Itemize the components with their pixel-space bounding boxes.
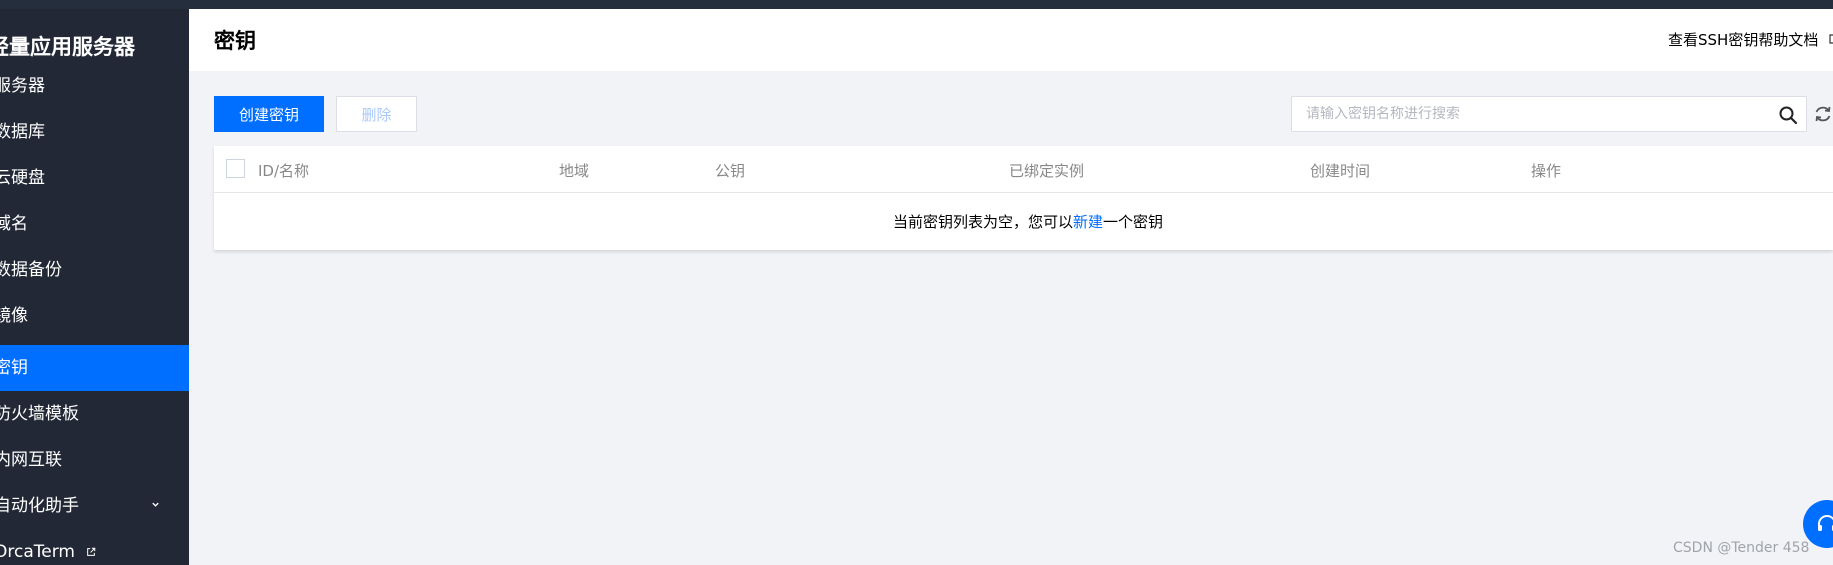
select-all-checkbox[interactable] — [226, 159, 245, 178]
sidebar-item-images[interactable]: 镜像 — [0, 293, 189, 339]
sidebar-item-label: OrcaTerm — [0, 542, 75, 562]
top-bar — [0, 0, 1833, 9]
sidebar-brand: 轻量应用服务器 — [0, 35, 135, 59]
column-header-region: 地域 — [559, 162, 590, 180]
help-link-label: 查看SSH密钥帮助文档 — [1668, 31, 1819, 49]
sidebar-item-intranet[interactable]: 内网互联 — [0, 437, 189, 483]
new-key-link[interactable]: 新建 — [1073, 213, 1103, 231]
search-box — [1291, 96, 1807, 132]
delete-button[interactable]: 删除 — [336, 96, 417, 132]
search-icon[interactable] — [1778, 105, 1798, 125]
page-header: 密钥 查看SSH密钥帮助文档 — [189, 9, 1833, 71]
external-link-icon — [87, 547, 96, 556]
key-table: ID/名称 地域 公钥 已绑定实例 创建时间 操作 当前密钥列表为空，您可以新建… — [214, 146, 1833, 250]
page-title: 密钥 — [214, 29, 256, 53]
create-key-button[interactable]: 创建密钥 — [214, 96, 324, 132]
refresh-icon[interactable] — [1813, 104, 1833, 124]
search-input[interactable] — [1293, 98, 1776, 130]
external-link-icon — [1829, 34, 1833, 44]
watermark: CSDN @Tender 458 — [1673, 540, 1810, 556]
empty-state-row: 当前密钥列表为空，您可以新建一个密钥 — [214, 192, 1833, 250]
sidebar-item-label: 数据备份 — [0, 260, 62, 280]
sidebar: 轻量应用服务器 服务器 数据库 云硬盘 域名 数据备份 镜像 密钥 防火墙模板 … — [0, 9, 189, 565]
sidebar-item-orcaterm[interactable]: OrcaTerm — [0, 529, 189, 565]
sidebar-item-servers[interactable]: 服务器 — [0, 63, 189, 109]
sidebar-item-firewall-templates[interactable]: 防火墙模板 — [0, 391, 189, 437]
sidebar-item-label: 镜像 — [0, 306, 28, 326]
sidebar-item-domains[interactable]: 域名 — [0, 201, 189, 247]
column-header-bound-instances: 已绑定实例 — [1009, 162, 1085, 180]
sidebar-item-label: 防火墙模板 — [0, 404, 79, 424]
empty-text-before: 当前密钥列表为空，您可以 — [893, 213, 1074, 231]
sidebar-item-label: 自动化助手 — [0, 496, 79, 516]
sidebar-item-databases[interactable]: 数据库 — [0, 109, 189, 155]
empty-state-text: 当前密钥列表为空，您可以新建一个密钥 — [893, 211, 1163, 232]
sidebar-item-label: 密钥 — [0, 358, 28, 378]
chevron-down-icon — [152, 502, 159, 507]
sidebar-item-keys[interactable]: 密钥 — [0, 345, 189, 391]
sidebar-item-cloud-disks[interactable]: 云硬盘 — [0, 155, 189, 201]
sidebar-item-label: 云硬盘 — [0, 168, 45, 188]
ssh-key-help-link[interactable]: 查看SSH密钥帮助文档 — [1668, 29, 1833, 50]
empty-text-after: 一个密钥 — [1103, 213, 1164, 231]
sidebar-item-label: 内网互联 — [0, 450, 62, 470]
table-header: ID/名称 地域 公钥 已绑定实例 创建时间 操作 — [214, 146, 1833, 193]
column-header-created-time: 创建时间 — [1310, 162, 1371, 180]
column-header-public-key: 公钥 — [715, 162, 746, 180]
column-header-actions: 操作 — [1531, 162, 1562, 180]
sidebar-item-label: 服务器 — [0, 76, 45, 96]
sidebar-item-label: 域名 — [0, 214, 28, 234]
headset-icon — [1818, 515, 1833, 531]
sidebar-item-backups[interactable]: 数据备份 — [0, 247, 189, 293]
column-header-id-name: ID/名称 — [258, 162, 310, 180]
sidebar-item-label: 数据库 — [0, 122, 45, 142]
sidebar-item-automation[interactable]: 自动化助手 — [0, 483, 189, 529]
